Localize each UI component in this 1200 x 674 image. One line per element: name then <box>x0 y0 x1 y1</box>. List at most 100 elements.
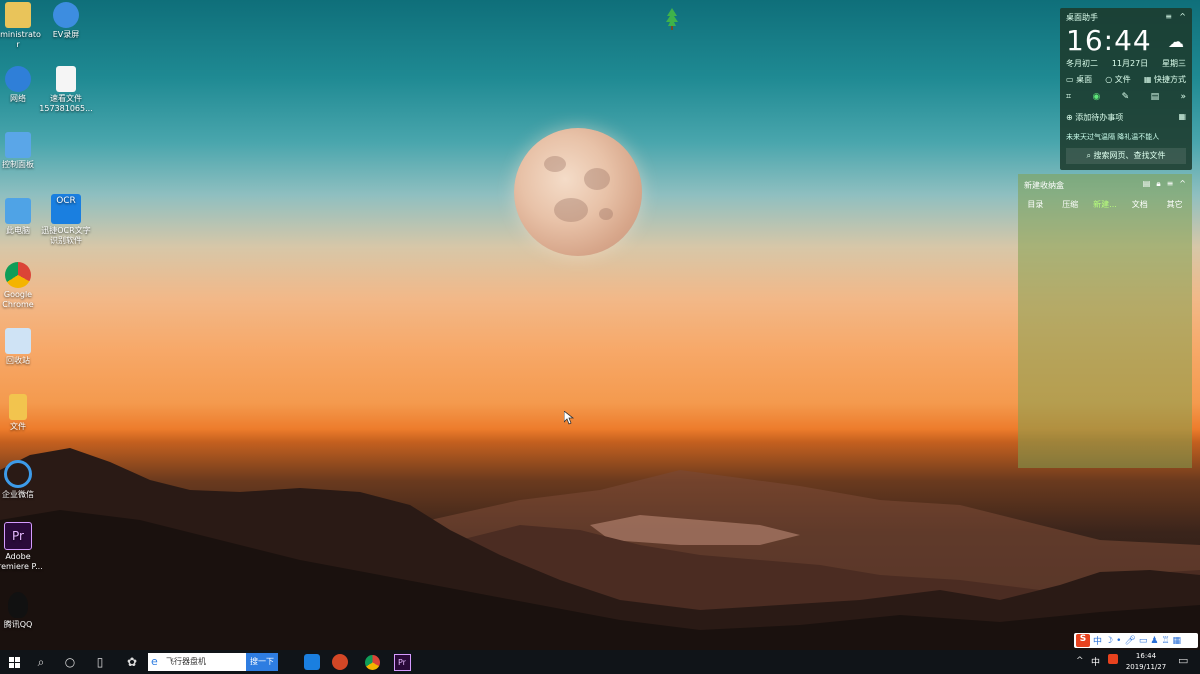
weekday: 星期三 <box>1161 59 1186 68</box>
storage-box-title: 新建收纳盒 <box>1024 181 1064 190</box>
qr-icon[interactable]: ▦ <box>1178 112 1186 121</box>
widget-title: 桌面助手 <box>1066 13 1098 22</box>
ie-icon: e <box>151 655 158 668</box>
taskbar-powerpoint[interactable] <box>326 650 354 674</box>
windows-logo-icon <box>8 656 20 668</box>
folder-icon <box>9 394 27 420</box>
tab-other[interactable]: 其它 <box>1157 196 1192 214</box>
widget-header: 桌面助手 ≡ ^ <box>1066 12 1186 23</box>
cloud-icon: ☁ <box>1168 32 1184 51</box>
desktop-icon-chrome[interactable]: Google Chrome <box>0 262 50 310</box>
premiere-icon: Pr <box>4 522 32 550</box>
desktop-icon-document[interactable]: 速看文件 157381065... <box>34 66 98 114</box>
tray-clock[interactable]: 16:44 2019/11/27 <box>1120 651 1172 673</box>
ime-toolbar[interactable]: S 中 ☽ • 🎤︎ ▭ ♟ ♖ ▦ <box>1074 633 1198 648</box>
web-search-button[interactable]: 搜一下 <box>246 653 278 671</box>
tab-compress[interactable]: 压缩 <box>1053 196 1088 214</box>
ime-language[interactable]: 中 <box>1093 634 1102 647</box>
ocr-icon <box>304 654 320 670</box>
desktop-icon-qq[interactable]: 腾讯QQ <box>0 592 50 630</box>
tray-language[interactable]: 中 <box>1091 655 1100 668</box>
more-icon[interactable]: » <box>1180 92 1186 102</box>
menu-icon[interactable]: ≡ <box>1165 12 1172 21</box>
chrome-icon <box>364 654 380 670</box>
lock-icon[interactable]: 🔒︎ <box>1156 179 1160 189</box>
moon-icon[interactable]: ☽ <box>1105 636 1113 646</box>
powerpoint-icon <box>332 654 348 670</box>
recycle-bin-icon <box>5 328 31 354</box>
todo-add[interactable]: ⊕ 添加待办事项 ▦ <box>1066 112 1186 123</box>
storage-box-controls: ▤ 🔒︎ ≡ ^ <box>1143 179 1186 189</box>
start-button[interactable] <box>0 650 28 674</box>
notification-icon[interactable]: ▭ <box>1178 654 1188 667</box>
user-folder-icon <box>5 2 31 28</box>
taskbar-ocr-app[interactable] <box>298 650 326 674</box>
storage-box-panel[interactable]: 新建收纳盒 ▤ 🔒︎ ≡ ^ 目录 压缩 新建... 文档 其它 <box>1018 174 1192 468</box>
document-icon <box>56 66 76 92</box>
grid-icon[interactable]: ▦ <box>1173 636 1182 646</box>
user-icon[interactable]: ♟ <box>1150 636 1158 646</box>
link-shortcuts[interactable]: ▦ 快捷方式 <box>1144 74 1186 85</box>
widget-search[interactable]: ⌕ 搜索网页、查找文件 <box>1066 148 1186 164</box>
taskbar-premiere[interactable]: Pr <box>388 650 416 674</box>
weather-tip: 未来天过气温隔 降礼温不能人 <box>1066 133 1160 141</box>
shirt-icon[interactable]: ♖ <box>1161 636 1169 646</box>
tab-documents[interactable]: 文档 <box>1122 196 1157 214</box>
edit-icon[interactable]: ✎ <box>1122 92 1130 102</box>
mouse-cursor-icon <box>564 411 574 425</box>
tray-date: 2019/11/27 <box>1125 663 1167 671</box>
network-icon <box>5 66 31 92</box>
storage-box-tabs: 目录 压缩 新建... 文档 其它 <box>1018 196 1192 214</box>
premiere-icon: Pr <box>393 653 411 671</box>
ocr-icon: OCR <box>51 194 81 224</box>
tab-directory[interactable]: 目录 <box>1018 196 1053 214</box>
chevron-up-icon[interactable]: ^ <box>1179 12 1186 21</box>
link-desktop[interactable]: ▭ 桌面 <box>1066 74 1092 85</box>
control-panel-icon <box>5 132 31 158</box>
sogou-tray-icon[interactable] <box>1108 654 1118 664</box>
flower-app-icon[interactable]: ✿ <box>118 650 146 674</box>
task-view-icon[interactable]: ▯ <box>86 650 114 674</box>
moon <box>514 128 642 256</box>
search-icon: ⌕ <box>1086 151 1091 160</box>
date-row: 冬月初二 11月27日 星期三 <box>1066 58 1186 69</box>
eye-icon[interactable]: ◉ <box>1092 92 1100 102</box>
tray-time: 16:44 <box>1135 652 1157 660</box>
desktop-icon-control-panel[interactable]: 控制面板 <box>0 132 50 170</box>
chevron-up-icon[interactable]: ^ <box>1076 656 1084 666</box>
sogou-ime-icon[interactable]: S <box>1076 634 1090 647</box>
search-icon[interactable]: ⌕ <box>27 650 55 674</box>
layout-icon[interactable]: ▤ <box>1143 179 1151 189</box>
desktop-icon-ev-recorder[interactable]: EV录屏 <box>34 2 98 40</box>
tab-new[interactable]: 新建... <box>1088 196 1123 214</box>
chrome-icon <box>5 262 31 288</box>
clock-time: 16:44 <box>1066 24 1152 57</box>
wecom-icon <box>4 460 32 488</box>
taskbar-chrome[interactable] <box>358 650 386 674</box>
lunar-date: 冬月初二 <box>1066 59 1098 68</box>
web-search-input[interactable]: e 飞行器盘机 <box>148 653 246 671</box>
punctuation-icon[interactable]: • <box>1116 636 1121 646</box>
widget-toolbar: ⌗ ◉ ✎ ▤ » <box>1066 92 1186 102</box>
clock-row: 16:44 ☁ <box>1066 24 1186 57</box>
menu-icon[interactable]: ≡ <box>1167 179 1174 189</box>
widget-links: ▭ 桌面 ○ 文件 ▦ 快捷方式 <box>1066 74 1186 85</box>
crop-icon[interactable]: ⌗ <box>1066 92 1071 102</box>
link-files[interactable]: ○ 文件 <box>1105 74 1131 85</box>
desktop-assistant-widget[interactable]: 桌面助手 ≡ ^ 16:44 ☁ 冬月初二 11月27日 星期三 ▭ 桌面 ○ … <box>1060 8 1192 170</box>
list-icon[interactable]: ▤ <box>1151 92 1160 102</box>
desktop-icon-ocr[interactable]: OCR 迅捷OCR文字 识别软件 <box>34 194 98 246</box>
desktop-icon-wecom[interactable]: 企业微信 <box>0 460 50 500</box>
calendar-date: 11月27日 <box>1111 59 1149 68</box>
desktop-icon-recycle-bin[interactable]: 回收站 <box>0 328 50 366</box>
cortana-icon[interactable]: ○ <box>56 650 84 674</box>
taskbar: ⌕ ○ ▯ ✿ e 飞行器盘机 搜一下 Pr ^ 中 16:44 2019/11… <box>0 650 1200 674</box>
desktop-icon-premiere[interactable]: Pr Adobe Premiere P... <box>0 522 50 572</box>
keyboard-icon[interactable]: ▭ <box>1139 636 1148 646</box>
ev-recorder-icon <box>53 2 79 28</box>
microphone-icon[interactable]: 🎤︎ <box>1124 636 1135 646</box>
desktop-icon-folder[interactable]: 文件 <box>0 394 50 432</box>
plus-circle-icon: ⊕ <box>1066 113 1073 122</box>
chevron-up-icon[interactable]: ^ <box>1179 179 1186 189</box>
christmas-tree-icon[interactable] <box>666 8 678 30</box>
